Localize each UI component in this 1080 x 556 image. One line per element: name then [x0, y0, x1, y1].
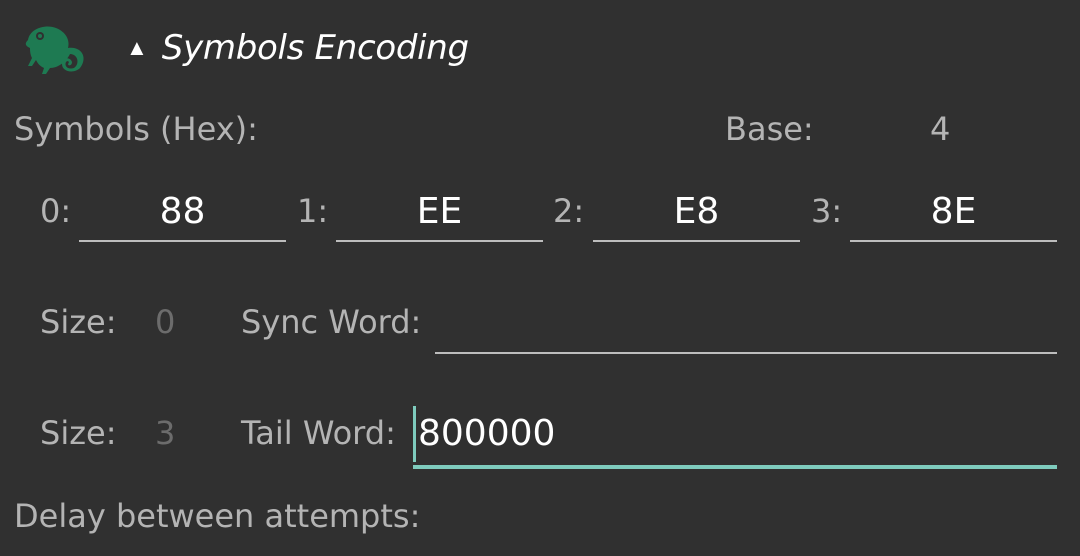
base-label: Base: — [725, 110, 814, 148]
collapse-caret-icon: ▲ — [126, 35, 148, 60]
sync-size-value: 0 — [155, 303, 176, 341]
tail-size-value: 3 — [155, 414, 176, 452]
tail-word-label: Tail Word: — [241, 414, 396, 452]
sync-word-label: Sync Word: — [241, 303, 422, 341]
symbol-0-label: 0: — [40, 192, 72, 230]
symbol-1-input[interactable]: EE — [336, 182, 543, 242]
section-title: Symbols Encoding — [161, 28, 469, 68]
symbols-hex-label: Symbols (Hex): — [14, 110, 258, 148]
delay-between-attempts-label: Delay between attempts: — [14, 497, 421, 535]
chameleon-logo-icon — [22, 18, 88, 74]
base-value: 4 — [930, 110, 951, 148]
symbol-1-label: 1: — [297, 192, 329, 230]
symbol-2-label: 2: — [553, 192, 585, 230]
tail-size-label: Size: — [40, 414, 117, 452]
section-header-symbols-encoding[interactable]: ▲ Symbols Encoding — [126, 24, 469, 72]
symbol-3-input[interactable]: 8E — [850, 182, 1057, 242]
sync-size-label: Size: — [40, 303, 117, 341]
tail-word-value: 800000 — [418, 413, 556, 454]
tail-word-input[interactable]: 800000 — [413, 402, 1057, 469]
symbol-0-input[interactable]: 88 — [79, 182, 286, 242]
text-cursor — [413, 405, 416, 462]
sync-word-input[interactable] — [435, 294, 1057, 354]
symbol-2-input[interactable]: E8 — [593, 182, 800, 242]
symbol-3-label: 3: — [811, 192, 843, 230]
